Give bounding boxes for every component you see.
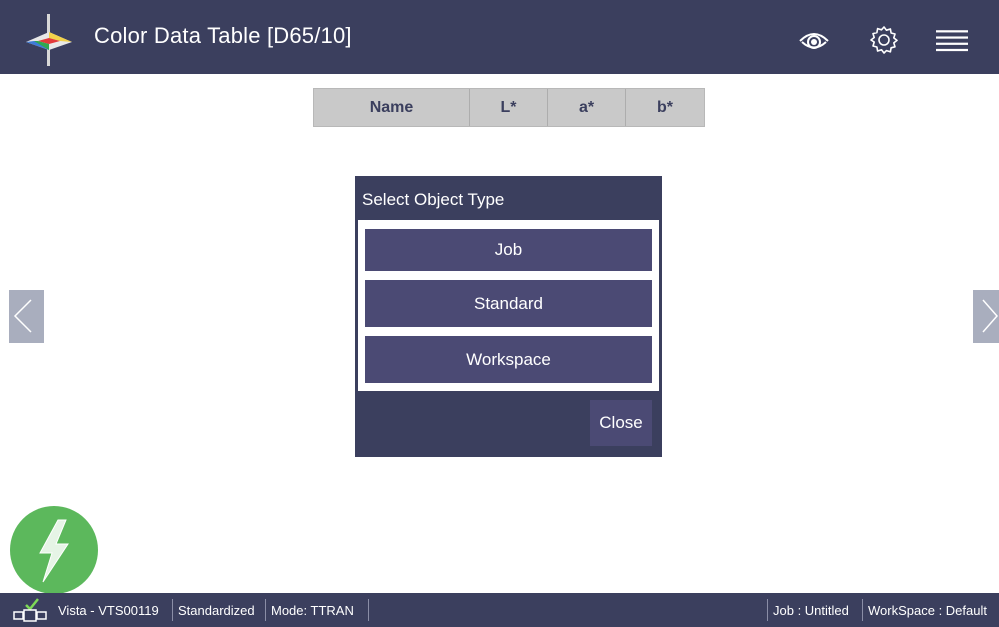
mode-label: Mode: TTRAN xyxy=(271,602,354,618)
standard-option-button[interactable]: Standard xyxy=(365,280,652,327)
column-header-b[interactable]: b* xyxy=(626,89,704,126)
column-header-a[interactable]: a* xyxy=(548,89,626,126)
column-header-l[interactable]: L* xyxy=(470,89,548,126)
table-header-row: Name L* a* b* xyxy=(313,88,705,127)
status-divider xyxy=(368,599,369,621)
workspace-option-button[interactable]: Workspace xyxy=(365,336,652,383)
app-header: Color Data Table [D65/10] xyxy=(0,0,999,74)
prism-logo-icon xyxy=(26,14,72,66)
next-page-button[interactable] xyxy=(973,290,999,343)
dialog-title: Select Object Type xyxy=(362,190,505,209)
job-option-button[interactable]: Job xyxy=(365,229,652,271)
eye-icon[interactable] xyxy=(798,24,830,56)
previous-page-button[interactable] xyxy=(9,290,44,343)
status-divider xyxy=(265,599,266,621)
standardized-status: Standardized xyxy=(178,602,255,618)
page-title: Color Data Table [D65/10] xyxy=(94,23,352,48)
gear-icon[interactable] xyxy=(868,24,900,56)
status-divider xyxy=(172,599,173,621)
dialog-options-panel: Job Standard Workspace xyxy=(358,220,659,391)
measure-fab-button[interactable] xyxy=(10,506,98,594)
lightning-bolt-icon xyxy=(39,519,69,583)
close-button[interactable]: Close xyxy=(590,400,652,446)
chevron-right-icon xyxy=(982,299,998,333)
status-bar: Vista - VTS00119 Standardized Mode: TTRA… xyxy=(0,593,999,627)
color-data-table-screen: Color Data Table [D65/10] Name L* a* b* xyxy=(0,0,999,627)
workspace-label: WorkSpace : Default xyxy=(868,602,987,618)
chevron-left-icon xyxy=(13,299,32,333)
select-object-type-dialog: Select Object Type Job Standard Workspac… xyxy=(355,176,662,457)
status-divider xyxy=(862,599,863,621)
hamburger-menu-icon[interactable] xyxy=(936,24,968,56)
device-label: Vista - VTS00119 xyxy=(58,602,159,618)
instrument-connected-icon xyxy=(13,598,47,622)
column-header-name[interactable]: Name xyxy=(314,89,470,126)
status-divider xyxy=(767,599,768,621)
job-label: Job : Untitled xyxy=(773,602,849,618)
